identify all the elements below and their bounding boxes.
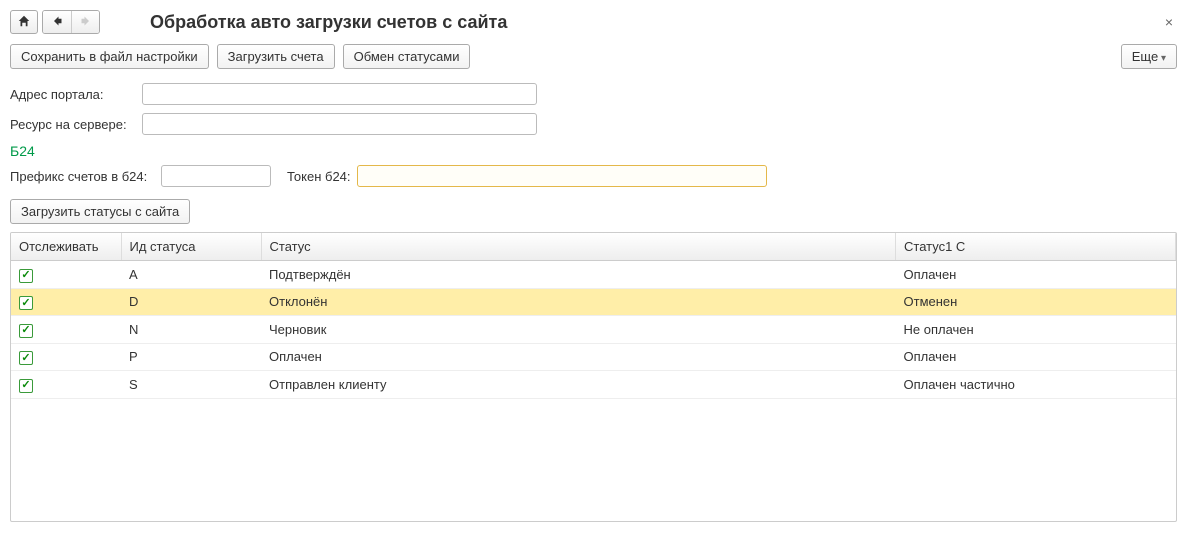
cell-track[interactable]: ✓ — [11, 371, 121, 399]
portal-address-label: Адрес портала: — [10, 87, 142, 102]
cell-id: S — [121, 371, 261, 399]
checkbox-icon[interactable]: ✓ — [19, 296, 33, 310]
token-label: Токен б24: — [287, 169, 351, 184]
cell-id: A — [121, 261, 261, 289]
cell-track[interactable]: ✓ — [11, 343, 121, 371]
cell-track[interactable]: ✓ — [11, 316, 121, 344]
cell-status1c: Оплачен — [896, 343, 1176, 371]
cell-status: Черновик — [261, 316, 896, 344]
table-row[interactable]: ✓ NЧерновикНе оплачен — [11, 316, 1176, 344]
home-button[interactable] — [10, 10, 38, 34]
cell-status: Отправлен клиенту — [261, 371, 896, 399]
statuses-table-container: Отслеживать Ид статуса Статус Статус1 С … — [10, 232, 1177, 522]
server-resource-label: Ресурс на сервере: — [10, 117, 142, 132]
prefix-label: Префикс счетов в б24: — [10, 169, 155, 184]
col-header-track[interactable]: Отслеживать — [11, 233, 121, 261]
save-settings-button[interactable]: Сохранить в файл настройки — [10, 44, 209, 69]
cell-status1c: Отменен — [896, 288, 1176, 316]
cell-id: P — [121, 343, 261, 371]
exchange-statuses-button[interactable]: Обмен статусами — [343, 44, 471, 69]
table-row[interactable]: ✓ AПодтверждёнОплачен — [11, 261, 1176, 289]
table-row[interactable]: ✓ DОтклонёнОтменен — [11, 288, 1176, 316]
arrow-left-icon — [51, 15, 63, 30]
checkbox-icon[interactable]: ✓ — [19, 379, 33, 393]
b24-section-title: Б24 — [10, 143, 1177, 159]
col-header-id[interactable]: Ид статуса — [121, 233, 261, 261]
checkbox-icon[interactable]: ✓ — [19, 351, 33, 365]
load-statuses-button[interactable]: Загрузить статусы с сайта — [10, 199, 190, 224]
close-icon: × — [1165, 14, 1173, 30]
load-invoices-button[interactable]: Загрузить счета — [217, 44, 335, 69]
cell-track[interactable]: ✓ — [11, 288, 121, 316]
col-header-status1c[interactable]: Статус1 С — [896, 233, 1176, 261]
portal-address-input[interactable] — [142, 83, 537, 105]
checkbox-icon[interactable]: ✓ — [19, 269, 33, 283]
cell-status1c: Оплачен частично — [896, 371, 1176, 399]
cell-id: N — [121, 316, 261, 344]
cell-status1c: Оплачен — [896, 261, 1176, 289]
server-resource-input[interactable] — [142, 113, 537, 135]
cell-status1c: Не оплачен — [896, 316, 1176, 344]
col-header-status[interactable]: Статус — [261, 233, 896, 261]
statuses-table: Отслеживать Ид статуса Статус Статус1 С … — [11, 233, 1176, 399]
arrow-right-icon — [80, 15, 92, 30]
cell-id: D — [121, 288, 261, 316]
table-row[interactable]: ✓PОплаченОплачен — [11, 343, 1176, 371]
checkbox-icon[interactable]: ✓ — [19, 324, 33, 338]
nav-forward-button[interactable] — [71, 11, 99, 33]
cell-track[interactable]: ✓ — [11, 261, 121, 289]
token-input[interactable] — [357, 165, 767, 187]
prefix-input[interactable] — [161, 165, 271, 187]
nav-back-button[interactable] — [43, 11, 71, 33]
page-title: Обработка авто загрузки счетов с сайта — [150, 12, 507, 33]
cell-status: Оплачен — [261, 343, 896, 371]
home-icon — [17, 14, 31, 31]
close-button[interactable]: × — [1161, 14, 1177, 30]
cell-status: Отклонён — [261, 288, 896, 316]
table-row[interactable]: ✓ SОтправлен клиентуОплачен частично — [11, 371, 1176, 399]
more-button[interactable]: Еще — [1121, 44, 1177, 69]
cell-status: Подтверждён — [261, 261, 896, 289]
